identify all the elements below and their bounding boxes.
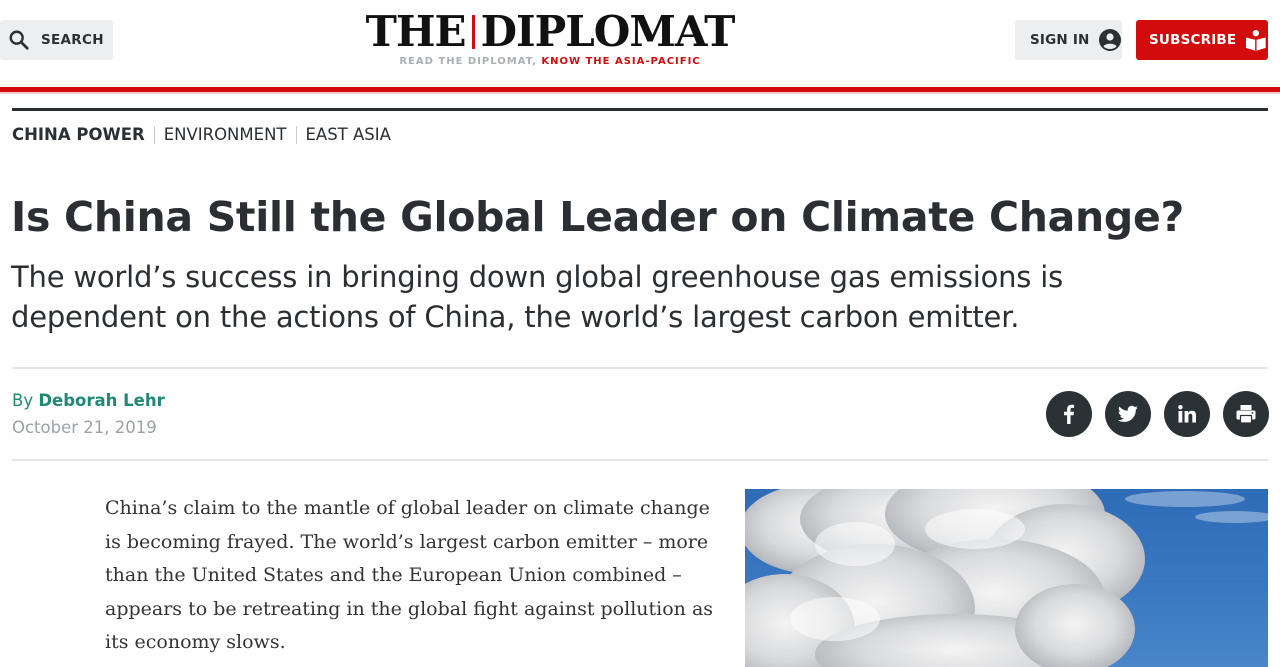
search-label: SEARCH xyxy=(41,32,104,48)
header-dark-rule xyxy=(12,108,1268,111)
facebook-icon xyxy=(1064,404,1074,424)
tagline-grey: READ THE DIPLOMAT, xyxy=(399,56,537,67)
search-icon xyxy=(9,30,29,50)
reader-icon xyxy=(1246,29,1267,51)
category-east-asia[interactable]: EAST ASIA xyxy=(306,125,391,144)
subscribe-button[interactable]: SUBSCRIBE xyxy=(1136,20,1268,60)
category-separator xyxy=(153,125,155,144)
sign-in-button[interactable]: SIGN IN xyxy=(1015,20,1122,60)
search-button[interactable]: SEARCH xyxy=(0,20,113,60)
article-categories: CHINA POWER ENVIRONMENT EAST ASIA xyxy=(12,125,391,144)
byline-bottom-divider xyxy=(12,459,1268,461)
twitter-icon xyxy=(1117,405,1138,422)
article-hero-image[interactable] xyxy=(745,489,1268,667)
logo-tagline: READ THE DIPLOMAT, KNOW THE ASIA-PACIFIC xyxy=(360,56,740,67)
article-body-paragraph: China’s claim to the mantle of global le… xyxy=(105,497,714,653)
user-icon xyxy=(1098,29,1121,51)
smoke-cloud-image xyxy=(745,489,1268,667)
site-logo[interactable]: THE DIPLOMAT READ THE DIPLOMAT, KNOW THE… xyxy=(360,10,740,70)
category-environment[interactable]: ENVIRONMENT xyxy=(164,125,287,144)
print-icon xyxy=(1236,405,1256,424)
article-title: Is China Still the Global Leader on Clim… xyxy=(11,193,1184,241)
linkedin-icon xyxy=(1178,405,1196,423)
category-separator xyxy=(295,125,297,144)
tagline-red: KNOW THE ASIA-PACIFIC xyxy=(536,56,701,67)
byline-prefix: By xyxy=(12,391,34,410)
header-red-rule xyxy=(0,87,1280,94)
share-facebook-button[interactable] xyxy=(1046,391,1092,437)
site-header: SEARCH THE DIPLOMAT READ THE DIPLOMAT, K… xyxy=(0,0,1280,88)
share-linkedin-button[interactable] xyxy=(1164,391,1210,437)
print-button[interactable] xyxy=(1223,391,1269,437)
sign-in-label: SIGN IN xyxy=(1030,32,1090,48)
category-china-power[interactable]: CHINA POWER xyxy=(12,125,145,144)
subscribe-label: SUBSCRIBE xyxy=(1149,32,1237,48)
byline: By Deborah Lehr xyxy=(12,391,165,410)
publish-date: October 21, 2019 xyxy=(12,418,157,437)
author-link[interactable]: Deborah Lehr xyxy=(38,391,164,410)
logo-word-diplomat: DIPLOMAT xyxy=(480,7,736,56)
logo-divider xyxy=(471,15,475,49)
byline-top-divider xyxy=(12,367,1268,369)
share-twitter-button[interactable] xyxy=(1105,391,1151,437)
article-subtitle: The world’s success in bringing down glo… xyxy=(11,260,1064,334)
logo-word-the: THE xyxy=(365,7,467,56)
